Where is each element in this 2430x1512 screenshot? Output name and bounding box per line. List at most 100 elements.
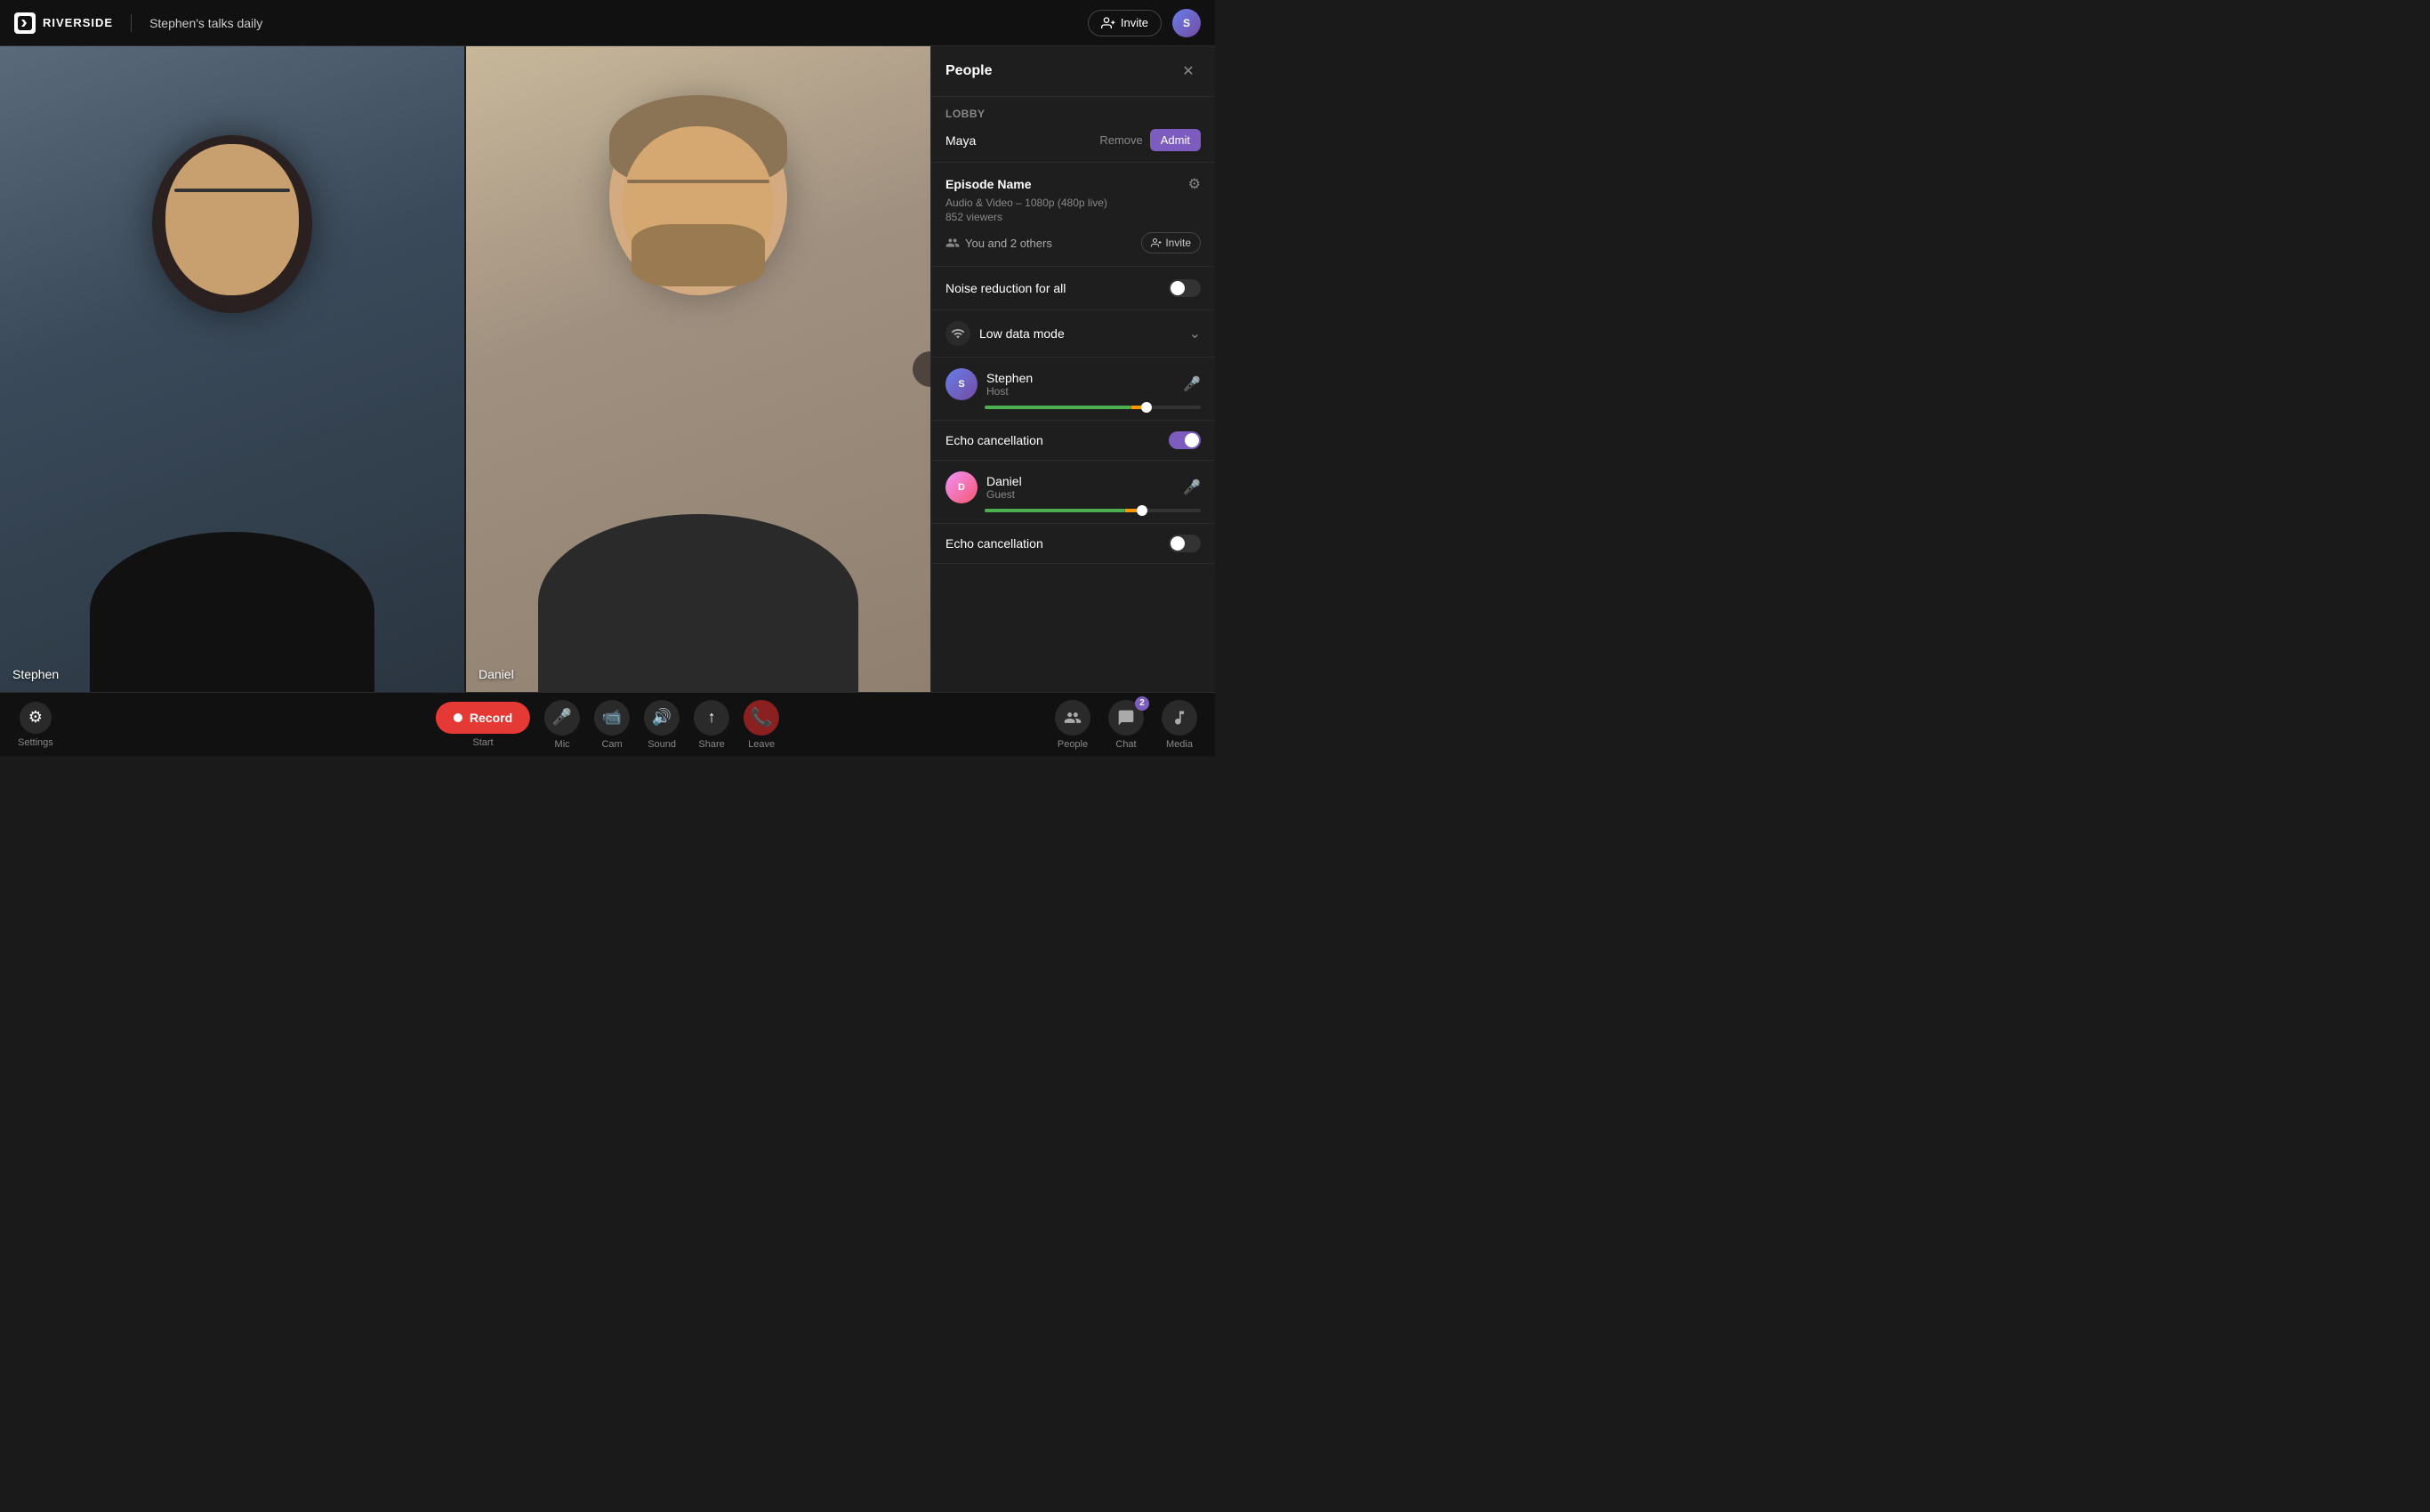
echo-cancellation-stephen-label: Echo cancellation [945,433,1043,447]
video-panel-stephen: Stephen [0,46,466,692]
chevron-down-icon: ⌄ [1189,325,1201,342]
leave-button[interactable]: 📞 Leave [744,700,779,750]
sound-icon: 🔊 [644,700,680,736]
sound-button[interactable]: 🔊 Sound [644,700,680,750]
topbar: RIVERSIDE Stephen's talks daily Invite S [0,0,1215,46]
wifi-icon [951,326,965,341]
record-button-label: Record [470,711,512,725]
chat-badge: 2 [1135,696,1149,711]
user-avatar[interactable]: S [1172,9,1201,37]
lobby-person-name: Maya [945,133,976,148]
media-label: Media [1166,739,1193,750]
episode-meta: Audio & Video – 1080p (480p live) [945,197,1201,209]
low-data-icon [945,321,970,346]
topbar-right: Invite S [1088,9,1201,37]
episode-section: Episode Name ⚙ Audio & Video – 1080p (48… [931,163,1215,267]
media-button[interactable]: Media [1162,700,1197,750]
echo-cancellation-daniel-toggle[interactable] [1169,535,1201,552]
daniel-silhouette [466,46,930,692]
logo-area: RIVERSIDE Stephen's talks daily [14,12,262,34]
noise-reduction-toggle[interactable] [1169,279,1201,297]
share-icon: ↑ [694,700,729,736]
mic-button[interactable]: 🎤 Mic [544,700,580,750]
lobby-label: Lobby [945,108,1201,120]
daniel-volume-green [985,509,1125,512]
panel-title: People [945,63,992,79]
stephen-mic-icon[interactable]: 🎤 [1183,375,1201,393]
echo-cancellation-daniel-label: Echo cancellation [945,536,1043,551]
record-button[interactable]: Record [436,702,530,734]
echo-cancellation-stephen-knob [1185,433,1199,447]
video-bg-left [0,46,464,692]
logo-divider [131,14,132,32]
invite-button[interactable]: Invite [1088,10,1162,36]
video-bg-right [466,46,930,692]
bottom-bar: ⚙ Settings Record Start 🎤 Mic 📹 Cam 🔊 So… [0,692,1215,756]
panel-header: People ✕ [931,46,1215,97]
leave-label: Leave [748,739,775,750]
settings-icon: ⚙ [20,702,52,734]
cam-button[interactable]: 📹 Cam [594,700,630,750]
people-label: People [1058,739,1088,750]
remove-button[interactable]: Remove [1099,129,1142,151]
riverside-logo-icon [14,12,36,34]
stephen-slider-row [945,406,1201,409]
invite-small-button[interactable]: Invite [1141,232,1201,253]
record-dot [454,713,463,722]
echo-cancellation-stephen-toggle[interactable] [1169,431,1201,449]
episode-name: Episode Name [945,177,1031,191]
lobby-actions: Remove Admit [1099,129,1201,151]
echo-cancellation-stephen-section: Echo cancellation [931,421,1215,461]
video-panel-daniel: Daniel [466,46,930,692]
stephen-volume-track[interactable] [985,406,1201,409]
mic-icon: 🎤 [544,700,580,736]
people-icon [945,236,960,250]
daniel-video-label: Daniel [479,667,514,681]
invite-icon [1151,237,1162,248]
low-data-label: Low data mode [979,326,1065,341]
you-and-others: You and 2 others [965,237,1052,250]
session-title: Stephen's talks daily [149,16,262,30]
media-icon [1162,700,1197,736]
settings-gear-icon[interactable]: ⚙ [1188,175,1201,193]
noise-reduction-label: Noise reduction for all [945,281,1066,295]
share-button[interactable]: ↑ Share [694,700,729,750]
episode-viewers: 852 viewers [945,211,1201,223]
settings-button[interactable]: ⚙ Settings [18,702,53,748]
daniel-volume-thumb [1137,505,1147,516]
daniel-info: Daniel Guest [986,474,1174,501]
people-button[interactable]: People [1055,700,1090,750]
chat-button[interactable]: 2 Chat [1108,700,1144,750]
chat-label: Chat [1115,739,1136,750]
avatar-initials: S [1183,17,1190,29]
daniel-mic-icon[interactable]: 🎤 [1183,479,1201,496]
stephen-role: Host [986,385,1174,398]
lobby-row: Maya Remove Admit [945,129,1201,151]
daniel-participant-section: D Daniel Guest 🎤 [931,461,1215,524]
stephen-participant-row: S Stephen Host 🎤 [945,368,1201,400]
right-panel: People ✕ Lobby Maya Remove Admit Episode… [930,46,1215,692]
stephen-volume-green [985,406,1131,409]
record-section: Record Start [436,702,530,748]
daniel-name: Daniel [986,474,1174,488]
stephen-silhouette [0,46,464,692]
cam-label: Cam [601,739,622,750]
stephen-avatar: S [945,368,978,400]
stephen-info: Stephen Host [986,371,1174,398]
daniel-slider-row [945,509,1201,512]
daniel-avatar: D [945,471,978,503]
noise-reduction-section: Noise reduction for all [931,267,1215,310]
stephen-video-label: Stephen [12,667,59,681]
chat-icon: 2 [1108,700,1144,736]
low-data-section[interactable]: Low data mode ⌄ [931,310,1215,358]
daniel-participant-row: D Daniel Guest 🎤 [945,471,1201,503]
daniel-volume-track[interactable] [985,509,1201,512]
admit-button[interactable]: Admit [1150,129,1201,151]
start-label: Start [472,737,493,748]
main-area: Stephen [0,46,1215,692]
share-label: Share [698,739,724,750]
stephen-name: Stephen [986,371,1174,385]
bottom-center-controls: Record Start 🎤 Mic 📹 Cam 🔊 Sound ↑ Share… [436,700,779,750]
low-data-left: Low data mode [945,321,1065,346]
panel-close-button[interactable]: ✕ [1176,59,1201,84]
